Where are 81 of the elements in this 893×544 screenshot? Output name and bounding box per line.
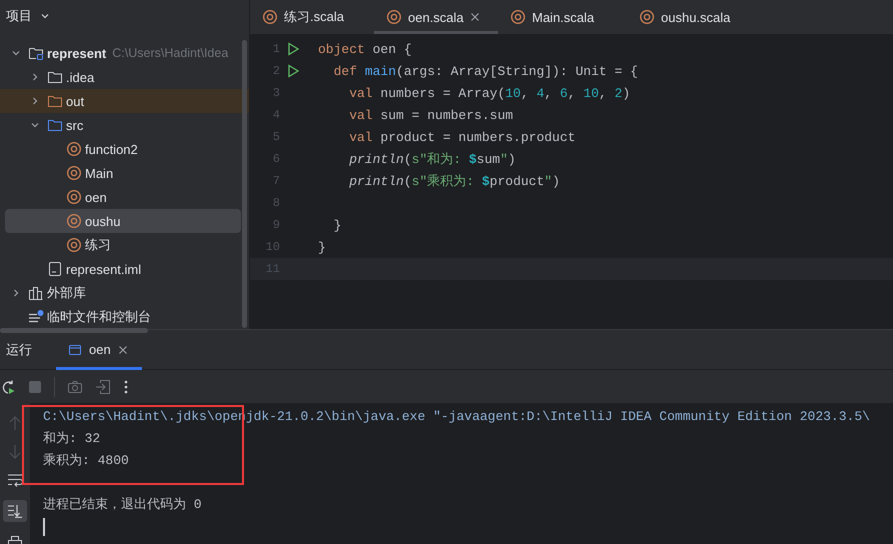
scala-file-icon	[639, 9, 655, 25]
folder-icon	[47, 93, 63, 109]
tree-item-label: function2	[85, 142, 138, 156]
code-line: val numbers = Array(10, 4, 6, 10, 2)	[348, 86, 630, 100]
tree-item[interactable]: function2	[0, 137, 241, 161]
console-line: 和为: 32	[43, 430, 100, 448]
rerun-icon[interactable]	[0, 378, 16, 394]
scala-file-icon	[66, 141, 82, 157]
folder-icon	[47, 117, 63, 133]
chevron-down-icon[interactable]	[11, 48, 21, 58]
console-line: 进程已结束，退出代码为 0	[43, 496, 202, 514]
file-icon	[47, 261, 63, 277]
exit-icon[interactable]	[95, 378, 111, 394]
chevron-down-icon[interactable]	[40, 11, 50, 21]
camera-icon[interactable]	[67, 378, 83, 394]
chevron-right-icon[interactable]	[11, 288, 21, 298]
tree-item[interactable]: 外部库	[0, 281, 241, 305]
tree-item-label: src	[66, 118, 84, 132]
scala-file-icon	[510, 9, 526, 25]
close-icon[interactable]	[118, 344, 128, 354]
tree-item-label: 临时文件和控制台	[47, 308, 151, 326]
more-icon[interactable]	[123, 378, 129, 394]
editor-tab[interactable]: oen.scala	[374, 0, 498, 34]
code-line: def main(args: Array[String]): Unit = {	[332, 64, 638, 78]
module-folder-icon	[28, 45, 44, 61]
tree-item-label: oushu	[85, 214, 120, 228]
tree-item[interactable]: oen	[0, 185, 241, 209]
code-line: println(s"乘积为: $product")	[348, 173, 560, 190]
tree-item-label: oen	[85, 190, 107, 204]
text-cursor	[43, 518, 45, 536]
folder-icon	[47, 69, 63, 85]
tree-item-label: out	[66, 94, 84, 108]
chevron-right-icon[interactable]	[30, 72, 40, 82]
run-icon[interactable]	[286, 42, 300, 56]
code-line: val product = numbers.product	[348, 130, 576, 144]
run-icon[interactable]	[286, 64, 300, 78]
scrollbar[interactable]	[242, 40, 247, 328]
tree-item[interactable]: represent C:\Users\Hadint\Idea	[0, 41, 241, 65]
run-tab[interactable]: oen	[56, 330, 142, 370]
scala-file-icon	[66, 165, 82, 181]
tree-item-label: .idea	[66, 70, 94, 84]
editor-tab[interactable]: Main.scala	[498, 0, 627, 34]
path-hint: C:\Users\Hadint\Idea	[112, 46, 228, 60]
scala-file-icon	[386, 9, 402, 25]
code-line: }	[318, 240, 326, 254]
editor-tab[interactable]: 练习.scala	[250, 0, 374, 34]
console-line: 乘积为: 4800	[43, 452, 129, 470]
scroll-to-end-button[interactable]	[3, 500, 27, 522]
chevron-right-icon[interactable]	[30, 96, 40, 106]
scrollbar[interactable]	[0, 328, 148, 333]
tree-item-label: 练习	[85, 236, 111, 254]
close-icon[interactable]	[470, 12, 480, 22]
editor-tab[interactable]: oushu.scala	[627, 0, 751, 34]
scratch-list-icon	[28, 309, 44, 325]
console-icon	[68, 342, 82, 356]
tree-item[interactable]: src	[0, 113, 241, 137]
tree-item-label: 外部库	[47, 284, 86, 302]
scala-file-icon	[262, 9, 278, 25]
tree-item[interactable]: 练习	[0, 233, 241, 257]
soft-wrap-icon[interactable]	[7, 473, 23, 487]
panel-title: 运行	[5, 340, 33, 358]
tree-item[interactable]: represent.iml	[0, 257, 241, 281]
code-line: object oen {	[318, 42, 412, 56]
code-line: val sum = numbers.sum	[348, 108, 514, 122]
tree-item-label: represent.iml	[66, 262, 142, 276]
code-line: }	[332, 218, 342, 232]
tree-item[interactable]: out	[0, 89, 249, 113]
tree-item[interactable]: Main	[0, 161, 241, 185]
tree-item-label: represent	[47, 46, 106, 60]
scala-file-icon	[66, 189, 82, 205]
scala-file-icon	[66, 213, 82, 229]
chevron-down-icon[interactable]	[30, 120, 40, 130]
code-line: println(s"和为: $sum")	[348, 151, 516, 168]
tree-item-label: Main	[85, 166, 114, 180]
library-icon	[28, 285, 44, 301]
tree-item[interactable]: 临时文件和控制台	[0, 305, 241, 329]
scala-file-icon	[66, 237, 82, 253]
tree-item[interactable]: .idea	[0, 65, 241, 89]
scroll-to-end-icon[interactable]	[7, 504, 23, 518]
tree-item[interactable]: oushu	[5, 209, 241, 233]
panel-title[interactable]: 项目	[6, 7, 32, 25]
